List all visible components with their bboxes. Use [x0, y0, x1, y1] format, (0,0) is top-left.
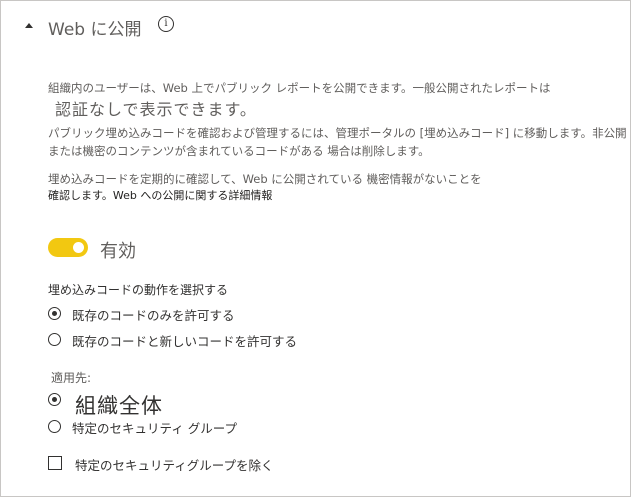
radio-entire-organization-label[interactable]: 組織全体 [75, 390, 163, 420]
radio-specific-security-groups[interactable] [48, 420, 61, 433]
info-icon[interactable]: i [158, 16, 174, 32]
collapse-triangle-icon[interactable] [25, 23, 33, 28]
description-line-4: または機密のコンテンツが含まれているコードがある 場合は削除します。 [48, 144, 430, 158]
radio-existing-and-new[interactable] [48, 333, 61, 346]
radio-existing-only[interactable] [48, 307, 61, 320]
radio-specific-security-groups-label[interactable]: 特定のセキュリティ グループ [72, 418, 237, 437]
radio-entire-organization[interactable] [48, 393, 61, 406]
description-line-2: 認証なしで表示できます。 [55, 100, 257, 119]
description-line-5: 埋め込みコードを定期的に確認して、Web に公開されている 機密情報がないことを [48, 172, 482, 186]
radio-selected-dot [52, 311, 57, 316]
enabled-toggle[interactable] [48, 238, 88, 257]
embed-behavior-label: 埋め込みコードの動作を選択する [48, 283, 229, 297]
exclude-security-groups-checkbox[interactable] [48, 456, 62, 470]
radio-selected-dot [52, 397, 57, 402]
description-line-1: 組織内のユーザーは、Web 上でパブリック レポートを公開できます。一般公開され… [48, 81, 551, 95]
toggle-thumb [73, 242, 84, 253]
description-line-3: パブリック埋め込みコードを確認および管理するには、管理ポータルの [埋め込みコー… [48, 126, 627, 140]
toggle-label: 有効 [100, 241, 136, 262]
radio-existing-only-label[interactable]: 既存のコードのみを許可する [72, 305, 235, 324]
section-title[interactable]: Web に公開 [48, 15, 141, 40]
learn-more-link[interactable]: 確認します。Web への公開に関する詳細情報 [48, 187, 272, 203]
apply-to-label: 適用先: [51, 371, 92, 385]
exclude-security-groups-label[interactable]: 特定のセキュリティグループを除く [75, 455, 274, 474]
radio-existing-and-new-label[interactable]: 既存のコードと新しいコードを許可する [72, 331, 297, 350]
tenant-setting-panel: Web に公開 i 組織内のユーザーは、Web 上でパブリック レポートを公開で… [0, 0, 631, 497]
